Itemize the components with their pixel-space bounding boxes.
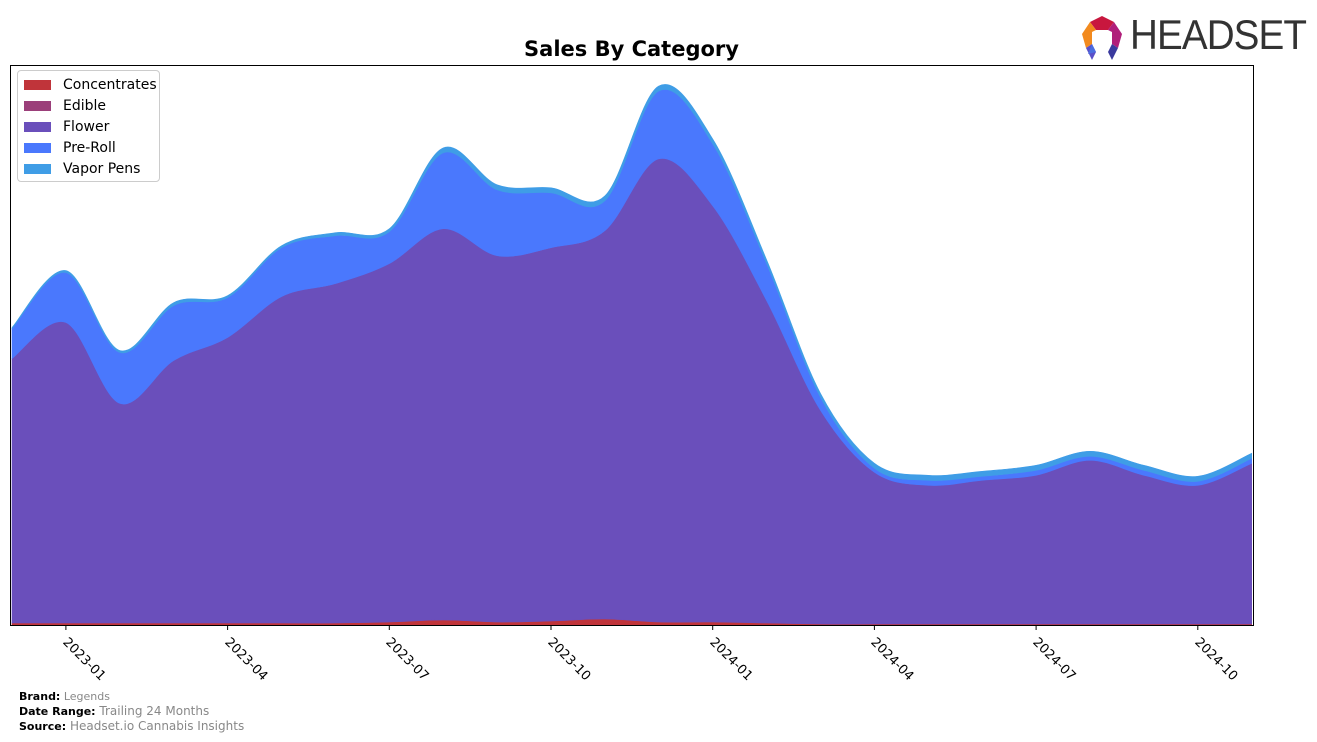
legend-item-edible: Edible	[24, 97, 106, 115]
source-label: Source:	[19, 720, 67, 733]
legend-item-flower: Flower	[24, 118, 109, 136]
legend-item-pre-roll: Pre-Roll	[24, 139, 116, 157]
footer-brand: Brand: Legends	[19, 690, 244, 704]
legend-swatch	[24, 122, 51, 132]
legend-item-vapor-pens: Vapor Pens	[24, 160, 140, 178]
legend-label: Flower	[63, 119, 110, 135]
area-layers	[11, 84, 1252, 625]
footer-date-range: Date Range: Trailing 24 Months	[19, 704, 244, 719]
footer-source: Source: Headset.io Cannabis Insights	[19, 719, 244, 734]
footer: Brand: Legends Date Range: Trailing 24 M…	[19, 690, 244, 734]
legend-item-concentrates: Concentrates	[24, 76, 157, 94]
brand-label: Brand:	[19, 690, 61, 703]
area-flower	[11, 158, 1252, 625]
brand-value: Legends	[63, 690, 110, 703]
legend-label: Edible	[63, 98, 107, 114]
legend-label: Concentrates	[63, 77, 157, 93]
legend-label: Pre-Roll	[63, 140, 116, 156]
legend-swatch	[24, 143, 51, 153]
source-value: Headset.io Cannabis Insights	[69, 719, 245, 733]
legend-swatch	[24, 164, 51, 174]
legend: Concentrates Edible Flower Pre-Roll Vapor Pe…	[17, 70, 160, 182]
legend-swatch	[24, 80, 51, 90]
chart-svg	[10, 65, 1254, 630]
legend-swatch	[24, 101, 51, 111]
date-range-value: Trailing 24 Months	[99, 704, 210, 718]
legend-label: Vapor Pens	[63, 161, 141, 177]
date-range-label: Date Range:	[19, 705, 96, 718]
